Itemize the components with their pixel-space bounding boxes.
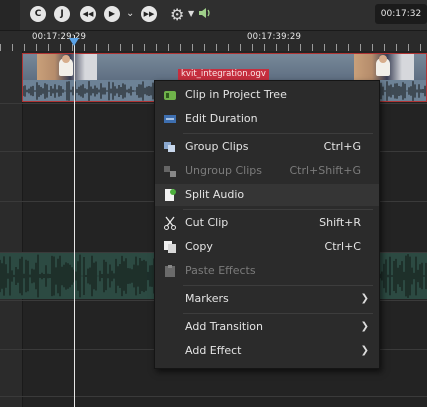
timeline-toolbar: C J ◀◀ ▶ ⌄ ▶▶ ⚙ ▼ 00:17:32 bbox=[0, 0, 427, 31]
gear-chevron-down-icon[interactable]: ▼ bbox=[188, 9, 194, 18]
menu-separator bbox=[183, 209, 373, 210]
menu-item-add-transition[interactable]: Add Transition ❯ bbox=[155, 316, 379, 338]
speaker-icon[interactable] bbox=[198, 6, 212, 20]
clip-context-menu: Clip in Project Tree Edit Duration Group… bbox=[154, 80, 380, 369]
set-out-button[interactable]: J bbox=[54, 6, 70, 22]
menu-item-paste-effects[interactable]: Paste Effects bbox=[155, 260, 379, 282]
timeline-ruler[interactable]: 00:17:29:29 00:17:39:29 bbox=[0, 31, 427, 51]
ruler-ticks bbox=[0, 44, 427, 51]
submenu-arrow-icon: ❯ bbox=[360, 345, 369, 356]
clip-thumbnail bbox=[354, 54, 414, 80]
copy-icon bbox=[164, 241, 176, 253]
submenu-arrow-icon: ❯ bbox=[360, 321, 369, 332]
split-audio-icon bbox=[165, 189, 176, 201]
clip-tree-icon bbox=[164, 91, 176, 100]
paste-icon bbox=[165, 265, 175, 277]
set-in-button[interactable]: C bbox=[30, 6, 46, 22]
duration-icon bbox=[164, 115, 176, 123]
menu-separator bbox=[183, 313, 373, 314]
lane-divider bbox=[0, 396, 427, 397]
menu-item-add-effect[interactable]: Add Effect ❯ bbox=[155, 340, 379, 362]
toolbar-left-strip bbox=[0, 0, 20, 30]
menu-item-group-clips[interactable]: Group Clips Ctrl+G bbox=[155, 136, 379, 158]
menu-item-clip-in-project-tree[interactable]: Clip in Project Tree bbox=[155, 84, 379, 106]
forward-button[interactable]: ▶▶ bbox=[141, 6, 157, 22]
ungroup-icon bbox=[164, 166, 176, 177]
menu-item-markers[interactable]: Markers ❯ bbox=[155, 288, 379, 310]
menu-item-ungroup-clips[interactable]: Ungroup Clips Ctrl+Shift+G bbox=[155, 160, 379, 182]
submenu-arrow-icon: ❯ bbox=[360, 293, 369, 304]
menu-separator bbox=[183, 133, 373, 134]
clip-name-label: kvit_integration.ogv bbox=[178, 69, 269, 80]
gear-icon[interactable]: ⚙ bbox=[170, 5, 184, 24]
rewind-button[interactable]: ◀◀ bbox=[80, 6, 96, 22]
play-button[interactable]: ▶ bbox=[104, 6, 120, 22]
group-icon bbox=[164, 142, 175, 152]
menu-item-split-audio[interactable]: Split Audio bbox=[155, 184, 379, 206]
clip-thumbnail bbox=[37, 54, 97, 80]
playhead-marker[interactable] bbox=[69, 38, 79, 46]
playhead-line[interactable] bbox=[74, 35, 75, 407]
menu-item-cut-clip[interactable]: Cut Clip Shift+R bbox=[155, 212, 379, 234]
menu-separator bbox=[183, 285, 373, 286]
menu-item-edit-duration[interactable]: Edit Duration bbox=[155, 108, 379, 130]
play-options-chevron-icon[interactable]: ⌄ bbox=[126, 8, 134, 19]
menu-item-copy[interactable]: Copy Ctrl+C bbox=[155, 236, 379, 258]
scissors-icon bbox=[164, 216, 176, 230]
ruler-timecode-right: 00:17:39:29 bbox=[247, 32, 302, 42]
timecode-display[interactable]: 00:17:32 bbox=[375, 4, 427, 24]
